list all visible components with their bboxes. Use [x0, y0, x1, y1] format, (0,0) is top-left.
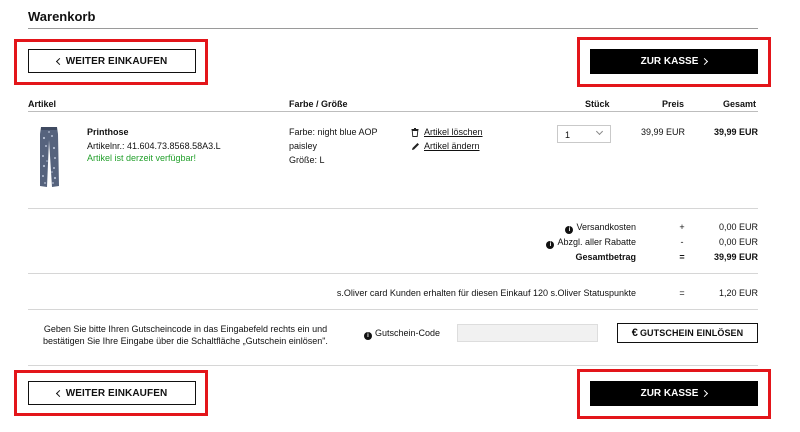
loyalty-text: s.Oliver card Kunden erhalten für diesen… — [336, 288, 636, 298]
coupon-instructions-line1: Geben Sie bitte Ihren Gutscheincode in d… — [43, 324, 328, 334]
info-icon[interactable]: i — [565, 226, 574, 234]
column-header-color-size: Farbe / Größe — [289, 99, 348, 109]
pencil-icon — [412, 142, 419, 150]
quantity-value: 1 — [565, 130, 571, 140]
column-header-article: Artikel — [28, 99, 57, 109]
continue-shopping-button-top[interactable]: WEITER EINKAUFEN — [28, 49, 196, 73]
loyalty-value: 1,20 EUR — [718, 288, 758, 298]
summary-divider — [28, 273, 758, 274]
column-header-quantity: Stück — [585, 99, 610, 109]
title-divider — [28, 28, 758, 29]
loyalty-divider — [28, 309, 758, 310]
item-divider — [28, 208, 758, 209]
redeem-coupon-button[interactable]: € GUTSCHEIN EINLÖSEN — [617, 323, 758, 343]
edit-item-link[interactable]: Artikel ändern — [411, 141, 480, 151]
item-total: 39,99 EUR — [713, 127, 758, 137]
product-name[interactable]: Printhose — [87, 127, 129, 137]
chevron-right-icon — [701, 389, 709, 398]
product-color: Farbe: night blue AOP — [289, 127, 378, 137]
grand-total-value: 39,99 EUR — [713, 252, 758, 262]
discount-row-label: i Abzgl. aller Rabatte — [440, 237, 636, 249]
grand-total-label: Gesamtbetrag — [575, 252, 636, 262]
continue-shopping-button-bottom[interactable]: WEITER EINKAUFEN — [28, 381, 196, 405]
redeem-coupon-label: GUTSCHEIN EINLÖSEN — [639, 328, 744, 338]
coupon-instructions: Geben Sie bitte Ihren Gutscheincode in d… — [28, 323, 343, 347]
product-image-pants — [40, 127, 59, 187]
checkout-label: ZUR KASSE — [640, 388, 699, 399]
grand-total-sign: = — [679, 252, 685, 262]
product-size: Größe: L — [289, 155, 325, 165]
discount-label: Abzgl. aller Rabatte — [557, 237, 636, 247]
edit-item-label: Artikel ändern — [424, 141, 480, 151]
item-price: 39,99 EUR — [640, 127, 685, 137]
product-image[interactable] — [38, 126, 60, 188]
shipping-label: Versandkosten — [576, 222, 636, 232]
shipping-sign: + — [679, 222, 685, 232]
coupon-code-label: Gutschein-Code — [375, 328, 441, 338]
continue-shopping-label: WEITER EINKAUFEN — [65, 387, 168, 399]
chevron-down-icon — [595, 127, 604, 136]
column-header-price: Preis — [662, 99, 685, 109]
info-icon[interactable]: i — [546, 241, 555, 249]
continue-shopping-label: WEITER EINKAUFEN — [65, 55, 168, 67]
chevron-left-icon — [55, 57, 63, 65]
chevron-right-icon — [701, 57, 709, 66]
availability-status: Artikel ist derzeit verfügbar! — [87, 153, 197, 163]
loyalty-sign: = — [679, 288, 685, 298]
delete-item-link[interactable]: Artikel löschen — [411, 127, 483, 137]
delete-item-label: Artikel löschen — [424, 127, 483, 137]
product-color-cont: paisley — [289, 141, 318, 151]
info-icon[interactable]: i — [364, 332, 372, 340]
coupon-instructions-line2: bestätigen Sie Ihre Eingabe über die Sch… — [43, 336, 328, 346]
coupon-divider — [28, 365, 758, 366]
discount-sign: - — [680, 237, 684, 247]
header-divider — [28, 111, 758, 112]
discount-value: 0,00 EUR — [718, 237, 758, 247]
shipping-value: 0,00 EUR — [718, 222, 758, 232]
trash-icon — [411, 127, 419, 137]
shipping-row-label: i Versandkosten — [440, 222, 636, 234]
quantity-select[interactable]: 1 — [557, 125, 611, 143]
column-header-total: Gesamt — [723, 99, 757, 109]
chevron-left-icon — [55, 389, 63, 397]
checkout-button-bottom[interactable]: ZUR KASSE — [590, 381, 758, 406]
checkout-label: ZUR KASSE — [640, 56, 699, 67]
coupon-code-label-wrap: i Gutschein-Code — [364, 328, 440, 340]
euro-icon: € — [631, 327, 638, 339]
checkout-button-top[interactable]: ZUR KASSE — [590, 49, 758, 74]
page-title: Warenkorb — [28, 9, 96, 24]
coupon-code-input[interactable] — [457, 324, 598, 342]
product-article-number: Artikelnr.: 41.604.73.8568.58A3.L — [87, 141, 221, 151]
